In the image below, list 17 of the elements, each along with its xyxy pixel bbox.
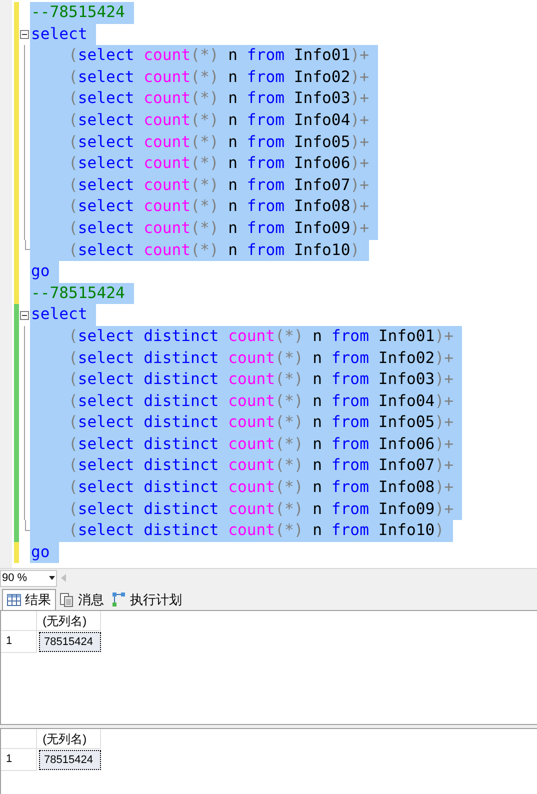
zoom-value: 90 % [2, 570, 28, 586]
header-corner [1, 729, 37, 749]
caret-icon [49, 576, 55, 580]
column-header: (无列名) [36, 611, 101, 631]
table-cell[interactable]: 78515424 [39, 750, 101, 770]
row-number: 1 [1, 631, 37, 653]
document-icon [60, 592, 74, 606]
results-tab[interactable]: 结果 [2, 589, 56, 610]
table-cell[interactable]: 78515424 [39, 632, 101, 652]
column-header: (无列名) [36, 729, 101, 749]
collapse-icon[interactable] [20, 310, 29, 320]
collapse-icon[interactable] [20, 30, 29, 39]
zoom-dropdown[interactable]: 90 % [0, 570, 57, 586]
row-number: 1 [1, 749, 37, 771]
plan-icon [112, 592, 126, 608]
header-corner [1, 611, 37, 631]
grid-icon [7, 594, 21, 606]
